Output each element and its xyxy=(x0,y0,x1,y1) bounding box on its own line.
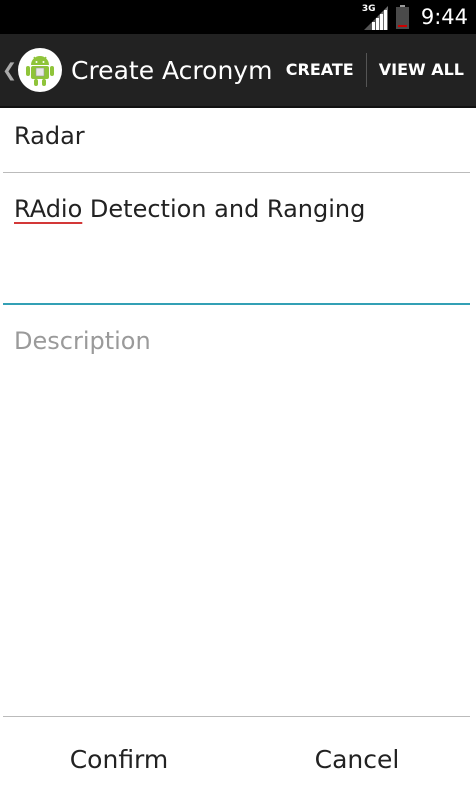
create-button[interactable]: CREATE xyxy=(274,33,366,107)
action-bar: ❮ Create Acronym CREATE VIEW ALL xyxy=(0,34,476,108)
description-underline xyxy=(3,716,470,717)
misspelled-word: RAdio xyxy=(14,195,83,223)
description-input[interactable]: Description xyxy=(14,327,464,355)
action-menu: CREATE VIEW ALL xyxy=(274,33,476,107)
acronym-value: Radar xyxy=(14,122,85,150)
description-placeholder: Description xyxy=(14,327,151,355)
battery-icon xyxy=(395,5,409,29)
cancel-button[interactable]: Cancel xyxy=(238,722,476,796)
clock: 9:44 xyxy=(420,5,468,29)
acronym-input[interactable]: Radar xyxy=(14,122,464,150)
status-bar: 3G 9:44 xyxy=(0,0,476,34)
up-navigation[interactable]: ❮ xyxy=(0,33,62,107)
confirm-button[interactable]: Confirm xyxy=(0,722,238,796)
chevron-left-icon: ❮ xyxy=(2,59,18,81)
bottom-button-bar: Confirm Cancel xyxy=(0,722,476,796)
meaning-value: Detection and Ranging xyxy=(82,195,366,223)
page-title: Create Acronym xyxy=(71,55,273,85)
status-icons: 3G 9:44 xyxy=(362,0,468,34)
acronym-underline xyxy=(3,172,470,173)
signal-icon: 3G xyxy=(362,4,388,30)
meaning-input[interactable]: RAdio Detection and Ranging xyxy=(14,195,464,223)
android-robot-icon xyxy=(18,48,62,92)
meaning-underline xyxy=(3,303,470,305)
view-all-button[interactable]: VIEW ALL xyxy=(367,33,476,107)
